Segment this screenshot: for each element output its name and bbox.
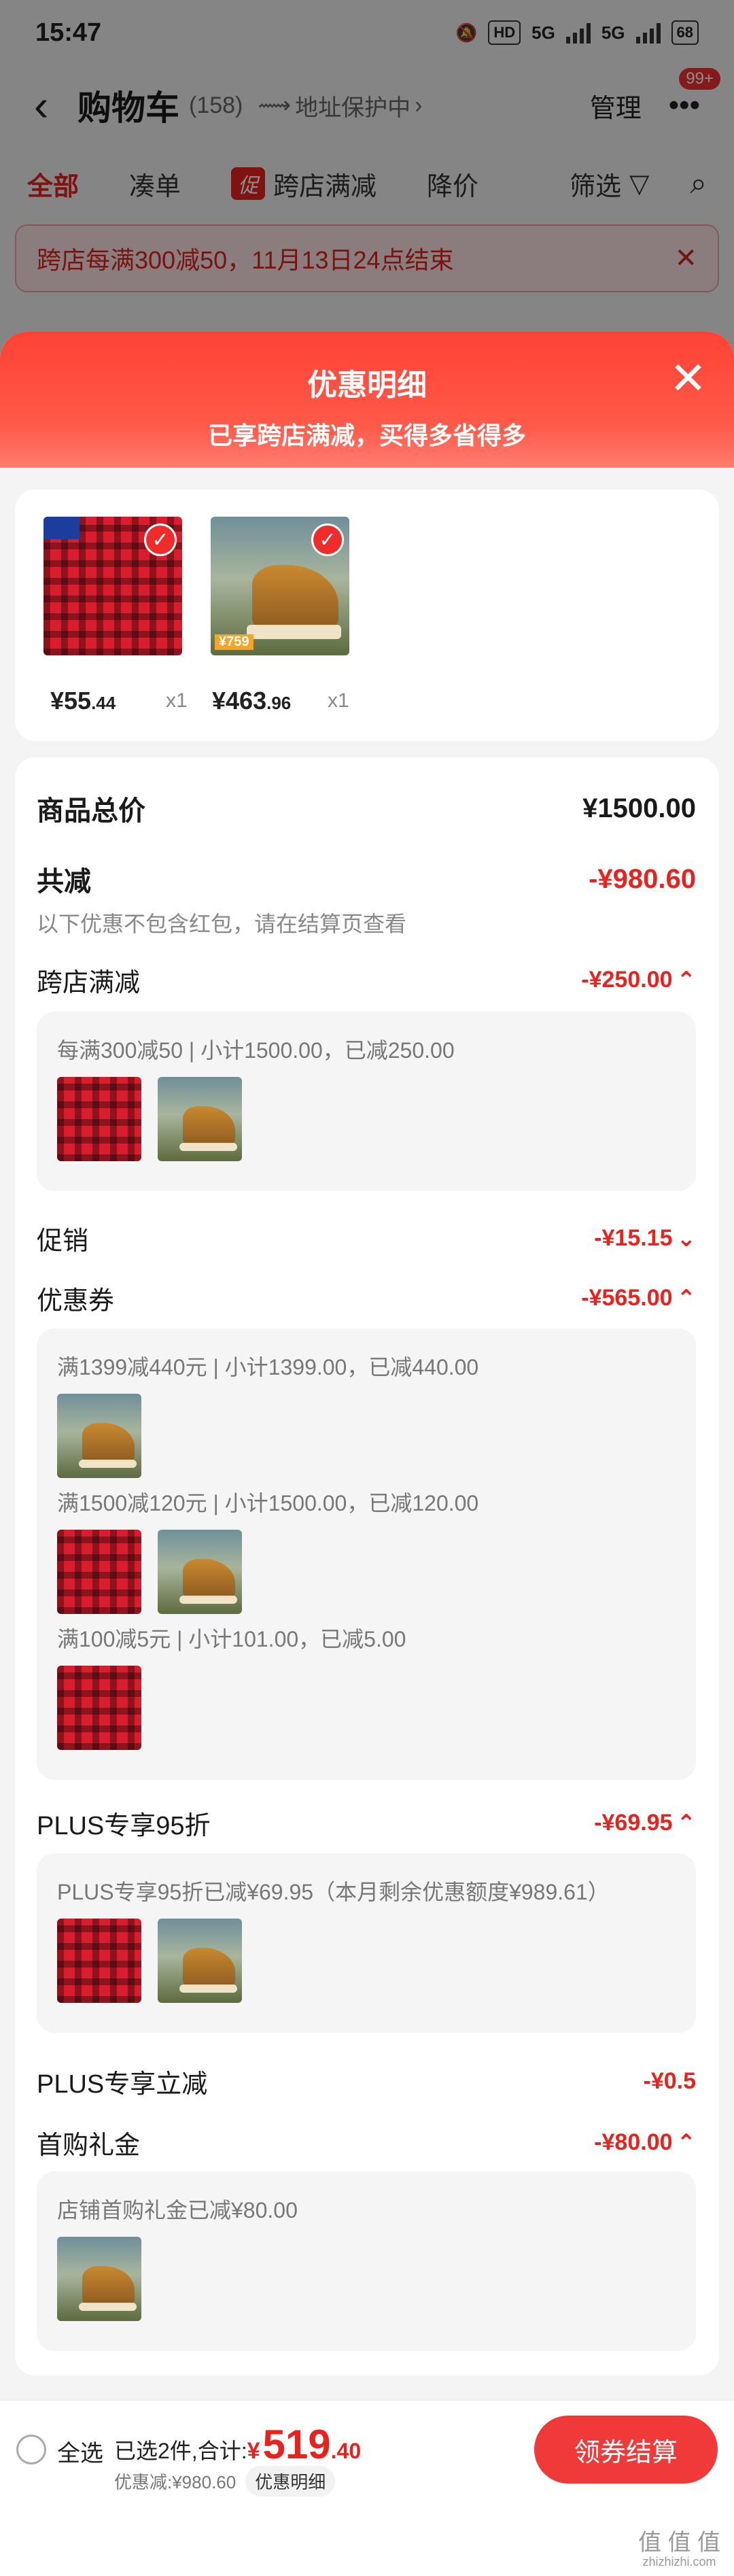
- total-price-row: 商品总价 ¥1500.00: [37, 789, 696, 828]
- product-price: ¥463.96: [212, 687, 292, 715]
- promo-value: -¥15.15 ⌄: [594, 1225, 696, 1252]
- plus95-row[interactable]: PLUS专享95折 -¥69.95 ⌃: [37, 1804, 696, 1842]
- selected-count: 已选2件,: [114, 2439, 198, 2463]
- first-gift-label: 首购礼金: [37, 2131, 141, 2160]
- promo-row[interactable]: 促销 -¥15.15 ⌄: [37, 1220, 696, 1257]
- product-qty: x1: [328, 689, 349, 712]
- coupon-item-text: 满1399减440元 | 小计1399.00，已减440.00: [57, 1355, 479, 1379]
- saved-row: 共减 -¥980.60: [37, 859, 696, 899]
- total-label: 商品总价: [37, 796, 145, 826]
- thumb-boot: [57, 1394, 141, 1478]
- cross-store-label: 跨店满减: [37, 969, 141, 997]
- thumb-shirt: [57, 1666, 141, 1750]
- thumb-boot: [158, 1077, 242, 1161]
- close-icon[interactable]: ✕: [669, 352, 707, 405]
- currency-symbol: ¥: [247, 2438, 260, 2464]
- thumb-boot: [158, 1919, 242, 2003]
- chevron-up-icon: ⌃: [676, 1810, 697, 1836]
- promo-label: 促销: [37, 1227, 89, 1256]
- coupon-value: -¥565.00 ⌃: [581, 1285, 697, 1311]
- coupon-item-text: 满100减5元 | 小计101.00，已减5.00: [57, 1627, 406, 1651]
- sheet-header: 优惠明细 已享跨店满减，买得多省得多 ✕: [0, 332, 734, 468]
- plus-cut-row: PLUS专享立减 -¥0.5: [37, 2063, 696, 2100]
- sheet-title: 优惠明细: [307, 368, 427, 402]
- select-all-radio[interactable]: [16, 2435, 46, 2465]
- plus95-detail: PLUS专享95折已减¥69.95（本月剩余优惠额度¥989.61）: [37, 1853, 696, 2033]
- thumb-boot: [57, 2237, 141, 2321]
- total-value: ¥1500.00: [582, 793, 696, 823]
- cross-store-detail-text: 每满300减50 | 小计1500.00，已减250.00: [57, 1038, 455, 1063]
- coupon-label: 优惠券: [37, 1287, 115, 1316]
- plus-cut-label: PLUS专享立减: [37, 2070, 208, 2099]
- total-dec: .40: [330, 2439, 362, 2463]
- discount-line: 优惠减:¥980.60 优惠明细: [114, 2466, 336, 2496]
- select-all-label[interactable]: 全选: [57, 2435, 103, 2468]
- plus95-label: PLUS专享95折: [37, 1812, 211, 1840]
- chevron-up-icon: ⌃: [676, 967, 697, 993]
- saved-value: -¥980.60: [589, 863, 696, 894]
- check-icon: ✓: [311, 523, 344, 556]
- first-gift-detail: 店铺首购礼金已减¥80.00: [37, 2171, 696, 2351]
- boot-price-tag: ¥759: [215, 634, 254, 650]
- thumb-shirt: [57, 1530, 141, 1614]
- discount-text: 优惠减:¥980.60: [114, 2472, 237, 2492]
- cross-store-detail: 每满300减50 | 小计1500.00，已减250.00: [37, 1012, 696, 1191]
- watermark-url: zhizhizhi.com: [642, 2555, 716, 2569]
- first-gift-row[interactable]: 首购礼金 -¥80.00 ⌃: [37, 2124, 696, 2161]
- chevron-down-icon: ⌄: [676, 1225, 697, 1252]
- saved-note: 以下优惠不包含红包，请在结算页查看: [37, 912, 407, 936]
- discount-card: 商品总价 ¥1500.00 共减 -¥980.60 以下优惠不包含红包，请在结算…: [15, 757, 719, 2375]
- selected-total: 已选2件, 合计: ¥ 519 .40: [114, 2421, 361, 2468]
- checkout-button[interactable]: 领券结算: [534, 2416, 718, 2484]
- saved-label: 共减: [37, 867, 91, 897]
- thumb-boot: [158, 1530, 242, 1614]
- product-image-boot[interactable]: ¥759 ✓: [211, 517, 349, 655]
- cross-store-row[interactable]: 跨店满减 -¥250.00 ⌃: [37, 961, 696, 999]
- watermark: 值 值 值 zhizhizhi.com: [638, 2530, 720, 2569]
- coupon-item-text: 满1500减120元 | 小计1500.00，已减120.00: [57, 1491, 479, 1515]
- sheet-subtitle: 已享跨店满减，买得多省得多: [207, 422, 526, 449]
- thumb-shirt: [57, 1919, 141, 2003]
- coupon-detail: 满1399减440元 | 小计1399.00，已减440.00 满1500减12…: [37, 1328, 696, 1780]
- plus95-detail-text: PLUS专享95折已减¥69.95（本月剩余优惠额度¥989.61）: [57, 1880, 610, 1904]
- first-gift-value: -¥80.00 ⌃: [594, 2129, 697, 2156]
- product-price: ¥55.44: [50, 687, 116, 715]
- chevron-up-icon: ⌃: [676, 1285, 697, 1311]
- plus-cut-value: -¥0.5: [643, 2068, 697, 2094]
- product-qty: x1: [166, 689, 188, 712]
- sum-label: 合计:: [197, 2439, 247, 2463]
- cross-store-value: -¥250.00 ⌃: [581, 967, 697, 993]
- brand-tag: [43, 517, 80, 539]
- coupon-row[interactable]: 优惠券 -¥565.00 ⌃: [37, 1280, 696, 1317]
- product-card: ✓ ¥55.44 x1 ¥759 ✓ ¥463.96 x1: [15, 490, 719, 741]
- total-int: 519: [262, 2422, 331, 2467]
- watermark-text: 值 值 值: [638, 2529, 720, 2556]
- checkout-bar: 全选 已选2件, 合计: ¥ 519 .40 优惠减:¥980.60 优惠明细 …: [0, 2400, 734, 2576]
- check-icon: ✓: [144, 523, 177, 556]
- chevron-up-icon: ⌃: [676, 2129, 697, 2156]
- product-image-shirt[interactable]: ✓: [43, 517, 182, 655]
- plus95-value: -¥69.95 ⌃: [594, 1810, 697, 1836]
- discount-detail-sheet: 优惠明细 已享跨店满减，买得多省得多 ✕ ✓ ¥55.44 x1 ¥759 ✓ …: [0, 332, 734, 2576]
- first-gift-detail-text: 店铺首购礼金已减¥80.00: [57, 2198, 298, 2222]
- discount-detail-button[interactable]: 优惠明细: [245, 2466, 336, 2496]
- thumb-shirt: [57, 1077, 141, 1161]
